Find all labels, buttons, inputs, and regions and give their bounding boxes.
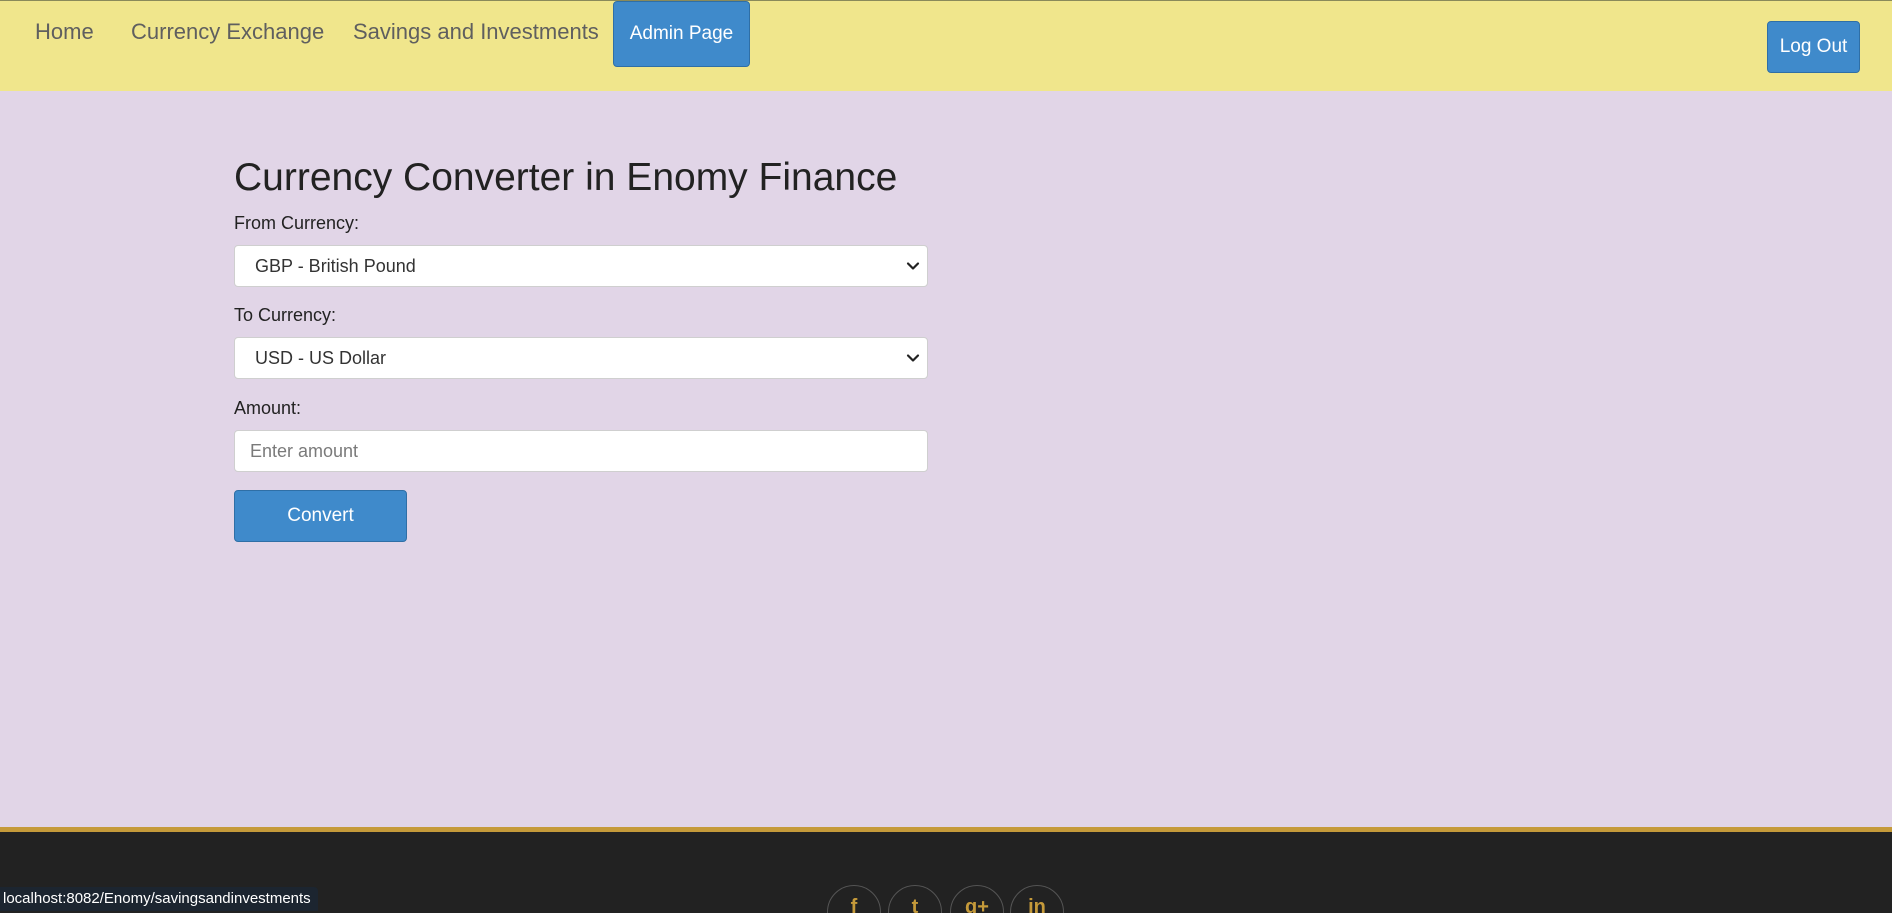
amount-label: Amount: bbox=[234, 398, 302, 418]
main-content: Currency Converter in Enomy Finance From… bbox=[0, 91, 1892, 827]
nav-admin-page-button[interactable]: Admin Page bbox=[613, 1, 750, 67]
chevron-down-icon bbox=[906, 354, 920, 362]
nav-home-link[interactable]: Home bbox=[35, 19, 94, 45]
nav-currency-exchange-link[interactable]: Currency Exchange bbox=[131, 19, 324, 45]
from-currency-value: GBP - British Pound bbox=[255, 255, 416, 276]
nav-savings-investments-link[interactable]: Savings and Investments bbox=[353, 19, 599, 45]
browser-status-url: localhost:8082/Enomy/savingsandinvestmen… bbox=[0, 887, 318, 911]
from-currency-label: From Currency: bbox=[234, 213, 360, 233]
to-currency-label: To Currency: bbox=[234, 305, 337, 325]
twitter-icon[interactable]: t bbox=[888, 885, 942, 913]
to-currency-select[interactable]: USD - US Dollar bbox=[234, 337, 928, 379]
logout-button[interactable]: Log Out bbox=[1767, 21, 1860, 73]
to-currency-value: USD - US Dollar bbox=[255, 347, 387, 368]
google-plus-icon[interactable]: g+ bbox=[950, 885, 1004, 913]
linkedin-icon[interactable]: in bbox=[1010, 885, 1064, 913]
amount-placeholder: Enter amount bbox=[250, 440, 359, 461]
from-currency-select[interactable]: GBP - British Pound bbox=[234, 245, 928, 287]
amount-input[interactable]: Enter amount bbox=[234, 430, 928, 472]
chevron-down-icon bbox=[906, 262, 920, 270]
convert-button[interactable]: Convert bbox=[234, 490, 407, 542]
facebook-icon[interactable]: f bbox=[827, 885, 881, 913]
top-navbar: Home Currency Exchange Savings and Inves… bbox=[0, 0, 1892, 91]
page-title: Currency Converter in Enomy Finance bbox=[234, 156, 898, 199]
